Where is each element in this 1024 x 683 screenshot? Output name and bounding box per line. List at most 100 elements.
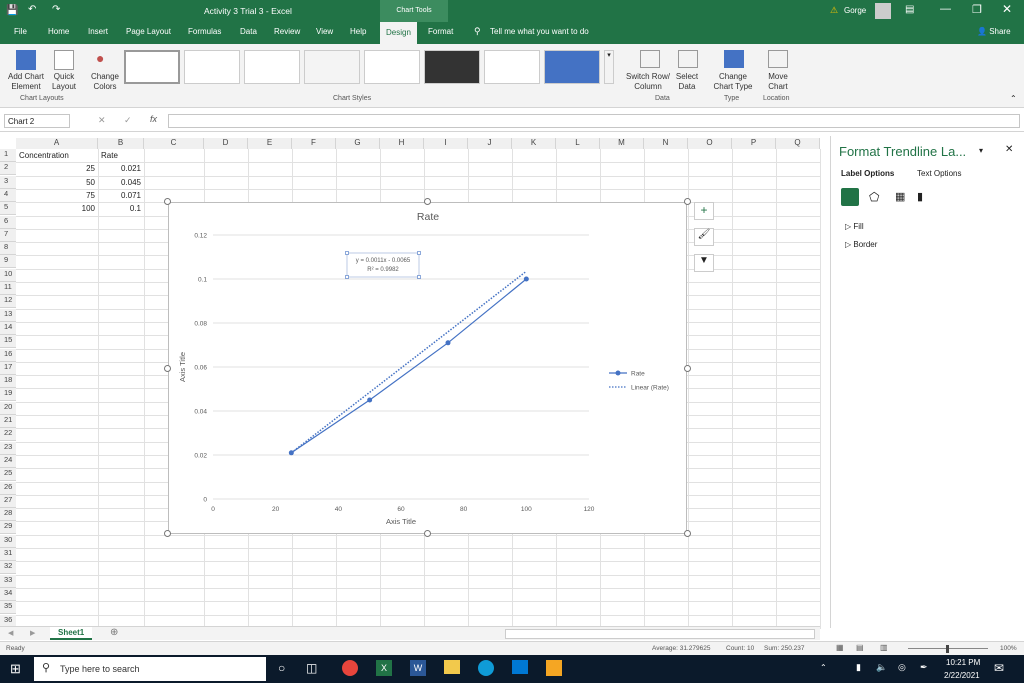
column-header-g[interactable]: G [336,138,380,149]
chart-style-3[interactable] [244,50,300,84]
close-icon[interactable]: ✕ [1002,2,1012,16]
tab-text-options[interactable]: Text Options [917,169,961,178]
windows-start-icon[interactable]: ⊞ [10,661,21,677]
column-header-o[interactable]: O [688,138,732,149]
name-box[interactable]: Chart 2 [4,114,70,128]
ribbon-display-icon[interactable]: ▤ [905,4,914,15]
row-header-9[interactable]: 9 [0,255,16,269]
restore-icon[interactable]: ❐ [972,3,982,16]
move-chart-button[interactable]: Move Chart [760,72,796,92]
row-header-24[interactable]: 24 [0,454,16,468]
row-header-2[interactable]: 2 [0,162,16,176]
row-header-33[interactable]: 33 [0,574,16,588]
page-layout-view-icon[interactable]: ▤ [856,643,864,652]
cell-a3[interactable]: 50 [19,176,95,189]
row-header-11[interactable]: 11 [0,282,16,295]
zoom-level[interactable]: 100% [1000,645,1017,652]
cortana-icon[interactable]: ○ [278,661,285,675]
next-sheet-icon[interactable]: ▶ [30,629,35,637]
cell-a5[interactable]: 100 [19,202,95,215]
cell-b4[interactable]: 0.071 [101,189,141,202]
chart-style-7[interactable] [484,50,540,84]
chart-resize-handle-r[interactable] [684,365,691,372]
chart-resize-handle-tr[interactable] [684,198,691,205]
tab-label-options[interactable]: Label Options [841,169,894,178]
tab-review[interactable]: Review [274,27,300,36]
row-header-21[interactable]: 21 [0,415,16,428]
cell-a4[interactable]: 75 [19,189,95,202]
chart-resize-handle-br[interactable] [684,530,691,537]
mail-icon[interactable] [512,660,528,674]
normal-view-icon[interactable]: ▦ [836,643,844,652]
change-colors-button[interactable]: Change Colors [86,72,124,92]
tab-format[interactable]: Format [428,27,453,36]
chart-elements-button[interactable]: + [694,202,714,220]
cell-b1[interactable]: Rate [101,149,141,162]
chart-resize-handle-b[interactable] [424,530,431,537]
row-header-10[interactable]: 10 [0,268,16,282]
column-header-h[interactable]: H [380,138,424,149]
cancel-icon[interactable]: ✕ [98,115,106,126]
tab-data[interactable]: Data [240,27,257,36]
tab-view[interactable]: View [316,27,333,36]
column-header-p[interactable]: P [732,138,776,149]
chart-style-5[interactable] [364,50,420,84]
label-options-icon[interactable]: ▮ [917,190,923,203]
column-header-k[interactable]: K [512,138,556,149]
clock-date[interactable]: 2/22/2021 [944,671,980,680]
row-header-8[interactable]: 8 [0,242,16,256]
chrome-icon[interactable] [342,660,358,676]
cell-b2[interactable]: 0.021 [101,162,141,175]
row-header-15[interactable]: 15 [0,335,16,349]
column-header-m[interactable]: M [600,138,644,149]
row-header-19[interactable]: 19 [0,388,16,402]
row-header-28[interactable]: 28 [0,508,16,522]
file-explorer-icon[interactable] [444,660,460,674]
change-chart-type-button[interactable]: Change Chart Type [710,72,756,92]
column-header-d[interactable]: D [204,138,248,149]
notifications-icon[interactable]: ✉ [994,661,1004,675]
prev-sheet-icon[interactable]: ◀ [8,629,13,637]
insert-function-icon[interactable]: fx [150,114,157,124]
row-header-12[interactable]: 12 [0,295,16,309]
pane-close-icon[interactable]: ✕ [1005,144,1013,155]
switch-row-column-button[interactable]: Switch Row/ Column [622,72,674,92]
row-header-5[interactable]: 5 [0,202,16,216]
tray-chevron-icon[interactable]: ⌃ [820,663,827,672]
collapse-ribbon-icon[interactable]: ⌃ [1010,94,1017,103]
row-header-29[interactable]: 29 [0,521,16,535]
redo-icon[interactable]: ↷ [52,4,60,15]
row-header-3[interactable]: 3 [0,175,16,189]
chart-style-8[interactable] [544,50,600,84]
task-view-icon[interactable]: ◫ [306,661,317,675]
enter-icon[interactable]: ✓ [124,115,132,126]
page-break-view-icon[interactable]: ▥ [880,643,888,652]
column-header-a[interactable]: A [16,138,98,149]
column-header-n[interactable]: N [644,138,688,149]
pane-options-dropdown-icon[interactable]: ▾ [979,146,983,155]
chart-area[interactable]: 0 0.02 0.04 0.06 0.08 0.1 0.12 0 20 40 60 80 100 120 R… [168,202,687,534]
tab-design[interactable]: Design [380,22,417,44]
chart-resize-handle-bl[interactable] [164,530,171,537]
row-header-23[interactable]: 23 [0,441,16,455]
chart-style-6[interactable] [424,50,480,84]
add-chart-element-button[interactable]: Add Chart Element [2,72,50,92]
styles-more-icon[interactable]: ▾ [604,50,614,84]
row-header-18[interactable]: 18 [0,375,16,389]
column-header-e[interactable]: E [248,138,292,149]
tab-insert[interactable]: Insert [88,27,108,36]
row-header-22[interactable]: 22 [0,428,16,442]
effects-icon[interactable]: ⬠ [869,190,879,204]
fill-section[interactable]: ▷ Fill [845,222,864,231]
column-header-c[interactable]: C [144,138,204,149]
row-header-30[interactable]: 30 [0,534,16,548]
tell-me-search[interactable]: Tell me what you want to do [490,27,589,36]
chart-filters-icon[interactable]: ▼ [694,254,714,272]
cell-a1[interactable]: Concentration [19,149,95,162]
size-properties-icon[interactable]: ▦ [895,190,905,203]
column-header-q[interactable]: Q [776,138,820,149]
user-name[interactable]: Gorge [844,6,866,15]
horizontal-scrollbar[interactable] [505,629,815,639]
chart-resize-handle-l[interactable] [164,365,171,372]
row-header-13[interactable]: 13 [0,308,16,322]
